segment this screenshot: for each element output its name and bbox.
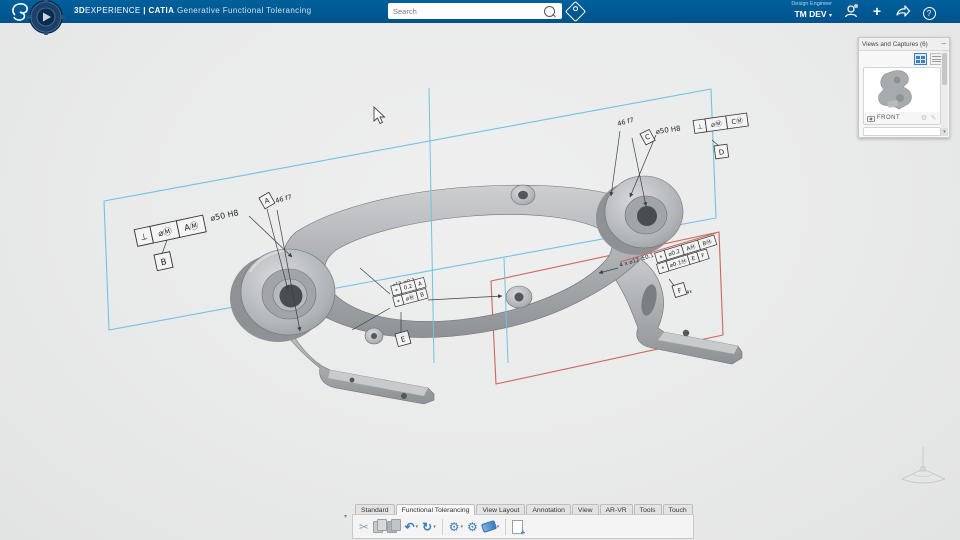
dim-left: ⌀50 H8 [210,208,240,223]
gear-icon: ⚙ [467,519,478,534]
gear-icon: ⚙ [448,519,460,534]
minimize-icon[interactable]: – [942,40,946,48]
grid-view-icon[interactable] [914,53,927,65]
tolerancing-advisor-button[interactable]: ⚙ ▾ [449,520,463,534]
user-name: TM DEV [794,8,827,19]
undo-button[interactable]: ↶ ▾ [405,520,419,534]
panel-header[interactable]: Views and Captures (6) – [859,38,949,51]
dim-right-datum: 46 f7 [616,116,634,128]
datum-right-top[interactable]: 46 f7 C [616,116,656,146]
user-role: Design Engineer [791,1,832,7]
annotation-eraser-button[interactable]: ▾ [480,520,500,533]
panel-scrollbar[interactable]: ▾ [941,51,948,136]
tag-icon[interactable] [564,0,587,23]
capture-edit-icon[interactable]: ✎ [931,114,937,122]
chevron-down-icon[interactable]: ▾ [497,524,500,530]
chevron-down-icon[interactable]: ▾ [416,524,419,530]
datum-left[interactable]: A 46 f7 [258,191,293,210]
tab-functional-tolerancing[interactable]: Functional Tolerancing [395,504,476,515]
dim-left-datum: 46 f7 [274,193,292,205]
user-menu[interactable]: Design Engineer TM DEV ▾ [791,1,832,19]
top-bar: 3DEXPERIENCE | CATIA Generative Function… [0,0,960,23]
3d-viewport[interactable]: ⊥ ⌀Ⓜ AⓂ ⌀50 H8 B A 46 f7 ⌀12 ±0.1 ⌖ 0.2 … [0,0,960,540]
chevron-down-icon: ▾ [828,12,832,19]
profile-icon[interactable] [842,3,860,20]
brand-pipe: | [143,6,146,15]
dim-right-top: ⌀50 H8 [655,125,681,136]
cut-button[interactable]: ✂ [359,520,369,534]
fcf-rt-tol: ⌀Ⓜ [710,120,722,129]
new-report-button[interactable] [512,519,525,537]
compass-icon[interactable] [26,0,66,38]
capture-card-next[interactable] [863,127,941,136]
add-icon[interactable]: + [868,3,886,20]
share-icon[interactable] [894,3,912,20]
views-captures-panel: Views and Captures (6) – FRONT ⚙ ✎ ▾ [858,37,950,138]
capture-thumbnail [878,70,912,110]
help-icon[interactable]: ? [920,3,938,20]
eraser-icon [480,520,497,533]
search-input[interactable] [388,6,544,16]
update-icon: ↻ [422,519,433,534]
brand-3d: 3D [74,6,86,15]
action-bar: Standard Functional Tolerancing View Lay… [344,504,694,539]
undo-icon: ↶ [404,519,415,534]
separator [505,518,507,535]
search-icon[interactable] [544,5,555,17]
module-name: Generative Functional Tolerancing [176,6,312,15]
axis-triad-icon [901,447,946,484]
capture-update-icon[interactable]: ⚙ [921,114,928,122]
collapse-toolbar-icon[interactable]: ▾ [344,513,347,520]
plane-edge-cyan-2 [503,257,509,364]
capture-card-front[interactable]: FRONT ⚙ ✎ [863,67,941,125]
app-title: 3DEXPERIENCE | CATIA Generative Function… [74,6,311,15]
brand-experience: EXPERIENCE [85,6,141,15]
capture-label: FRONT [877,115,901,121]
copy-icon [373,518,387,533]
fcf-rt-datum: CⓂ [731,117,744,127]
panel-title: Views and Captures (6) [862,40,928,48]
paste-icon [387,518,401,533]
paste-button[interactable]: ▾ [387,518,401,533]
ribbon-icons: ▾ ✂ ▾ ↶ ▾ ↻ ▾ ⚙ ▾ ⚙ ▾ [344,514,694,539]
cut-icon: ✂ [359,519,370,534]
fcf-right-top[interactable]: ⌀50 H8 ⊥ ⌀Ⓜ CⓂ D [655,112,749,160]
update-button[interactable]: ↻ ▾ [422,520,436,534]
brand-catia: CATIA [148,6,175,15]
fcf-rt-symbol: ⊥ [697,122,704,131]
separator [441,518,443,535]
datum-flag-d: D [718,148,724,157]
flag-f-note: 4x [686,288,693,295]
camera-icon [867,115,875,122]
scrollbar-thumb[interactable] [942,53,947,85]
document-icon [512,519,525,537]
copy-button[interactable] [373,518,387,533]
chevron-down-icon[interactable]: ▾ [461,524,464,530]
fcf-left[interactable]: ⊥ ⌀Ⓜ AⓂ ⌀50 H8 B [133,208,240,272]
part-model[interactable] [230,175,743,405]
search-box[interactable] [388,3,562,19]
chevron-down-icon[interactable]: ▾ [433,524,436,530]
tolerancing-assistant-button[interactable]: ⚙ [467,520,478,534]
scroll-down-icon[interactable]: ▾ [941,128,948,136]
